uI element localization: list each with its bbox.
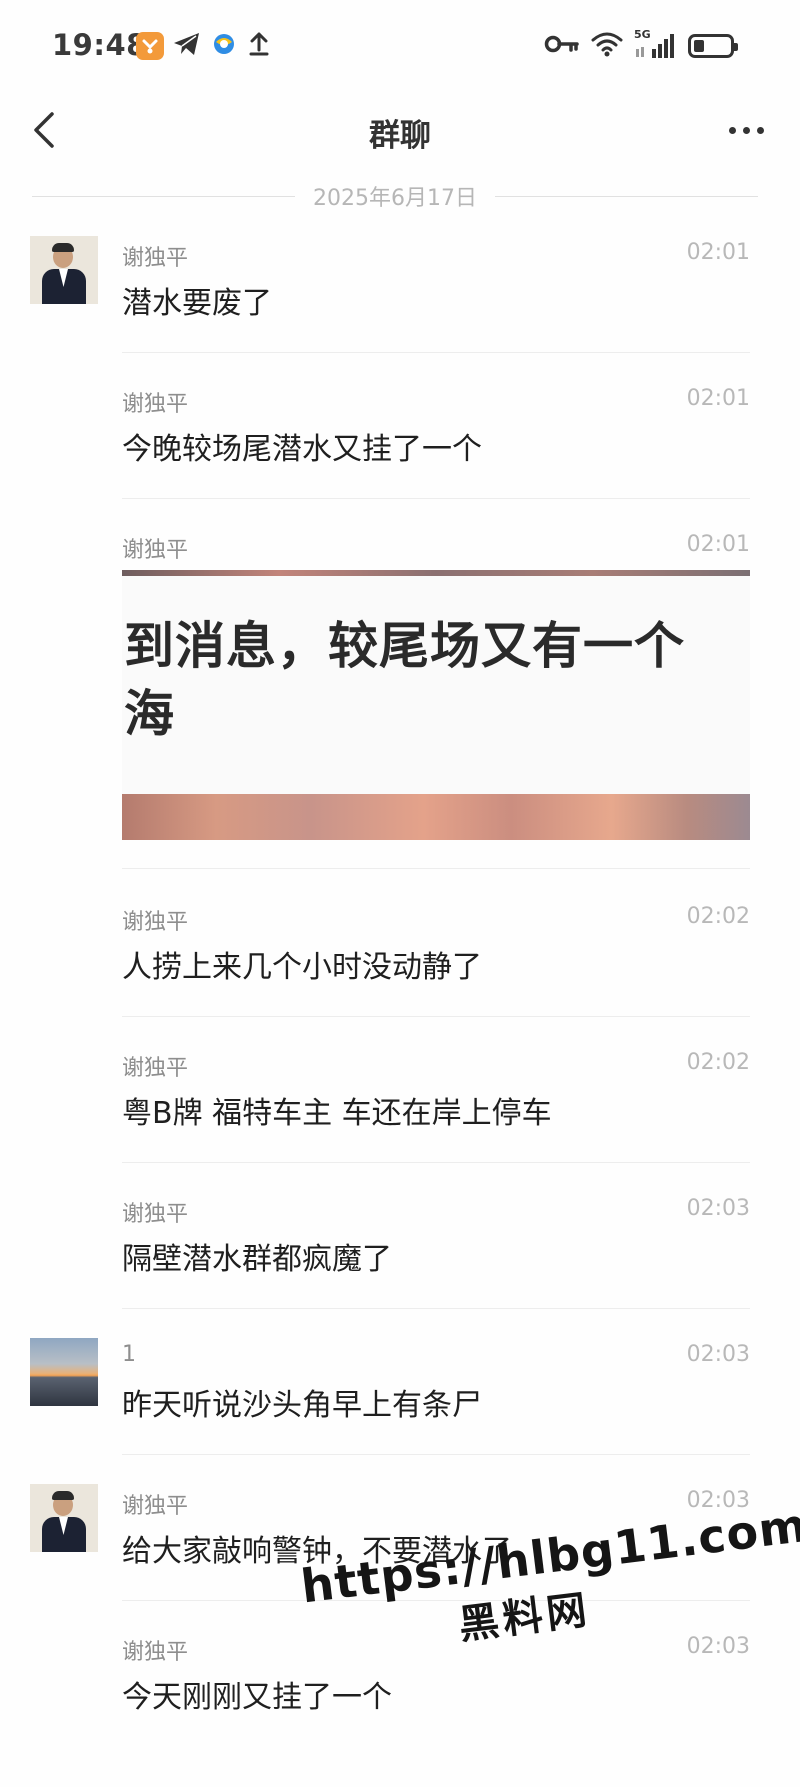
message-item[interactable]: 1 02:03 昨天听说沙头角早上有条尸 — [0, 1338, 800, 1478]
avatar[interactable] — [30, 236, 98, 304]
message-time: 02:03 — [686, 1634, 750, 1659]
message-item[interactable]: 谢独平 02:01 潜水要废了 — [0, 236, 800, 386]
message-divider — [122, 1308, 750, 1309]
upload-icon — [246, 30, 272, 62]
message-item[interactable]: 谢独平 02:02 粤B牌 福特车主 车还在岸上停车 — [0, 1046, 800, 1186]
message-item[interactable]: 谢独平 02:01 到消息，较尾场又有一个 海 — [0, 528, 800, 878]
date-divider: 2025年6月17日 — [32, 178, 759, 214]
message-sender: 1 — [122, 1342, 136, 1367]
more-options-button[interactable] — [722, 114, 770, 146]
message-divider — [122, 1016, 750, 1017]
browser-icon — [210, 30, 238, 62]
image-text-block: 到消息，较尾场又有一个 海 — [124, 612, 685, 748]
image-attachment[interactable]: 到消息，较尾场又有一个 海 — [122, 570, 750, 840]
battery-icon — [688, 34, 738, 58]
message-sender: 谢独平 — [122, 1056, 189, 1081]
message-divider — [122, 1162, 750, 1163]
message-sender: 谢独平 — [122, 538, 189, 563]
message-text: 今晚较场尾潜水又挂了一个 — [122, 432, 482, 467]
avatar[interactable] — [30, 1484, 98, 1552]
message-sender: 谢独平 — [122, 1494, 189, 1519]
page-title: 群聊 — [369, 118, 431, 154]
message-sender: 谢独平 — [122, 392, 189, 417]
app-badge-icon — [136, 32, 164, 60]
message-text: 今天刚刚又挂了一个 — [122, 1680, 392, 1715]
message-divider — [122, 1454, 750, 1455]
status-bar: 19:48 5G — [0, 0, 800, 90]
message-divider — [122, 498, 750, 499]
signal-icon: 5G — [634, 28, 678, 60]
more-dot-icon — [728, 126, 736, 134]
message-item[interactable]: 谢独平 02:01 今晚较场尾潜水又挂了一个 — [0, 382, 800, 522]
message-time: 02:01 — [686, 240, 750, 265]
more-dot-icon — [742, 126, 750, 134]
message-item[interactable]: 谢独平 02:03 隔壁潜水群都疯魔了 — [0, 1192, 800, 1332]
message-text: 人捞上来几个小时没动静了 — [122, 950, 482, 985]
image-text-line: 海 — [124, 685, 175, 743]
message-divider — [122, 868, 750, 869]
message-time: 02:02 — [686, 1050, 750, 1075]
image-decor-band — [122, 794, 750, 840]
message-text: 潜水要废了 — [122, 286, 272, 321]
message-item[interactable]: 谢独平 02:02 人捞上来几个小时没动静了 — [0, 900, 800, 1040]
message-text: 隔壁潜水群都疯魔了 — [122, 1242, 392, 1277]
more-dot-icon — [756, 126, 764, 134]
message-time: 02:01 — [686, 532, 750, 557]
message-text: 粤B牌 福特车主 车还在岸上停车 — [122, 1096, 552, 1131]
message-sender: 谢独平 — [122, 910, 189, 935]
status-time: 19:48 — [52, 28, 147, 62]
image-decor-band — [122, 570, 750, 576]
message-sender: 谢独平 — [122, 1640, 189, 1665]
message-time: 02:02 — [686, 904, 750, 929]
message-divider — [122, 352, 750, 353]
date-divider-text: 2025年6月17日 — [313, 186, 477, 211]
message-sender: 谢独平 — [122, 1202, 189, 1227]
message-time: 02:03 — [686, 1342, 750, 1367]
message-time: 02:01 — [686, 386, 750, 411]
avatar[interactable] — [30, 1338, 98, 1406]
message-sender: 谢独平 — [122, 246, 189, 271]
message-text: 昨天听说沙头角早上有条尸 — [122, 1388, 482, 1423]
image-text-line: 到消息，较尾场又有一个 — [124, 617, 685, 675]
message-time: 02:03 — [686, 1196, 750, 1221]
key-icon — [544, 32, 580, 60]
chat-header: 群聊 — [0, 90, 800, 170]
telegram-icon — [172, 30, 202, 62]
wifi-icon — [590, 30, 624, 62]
